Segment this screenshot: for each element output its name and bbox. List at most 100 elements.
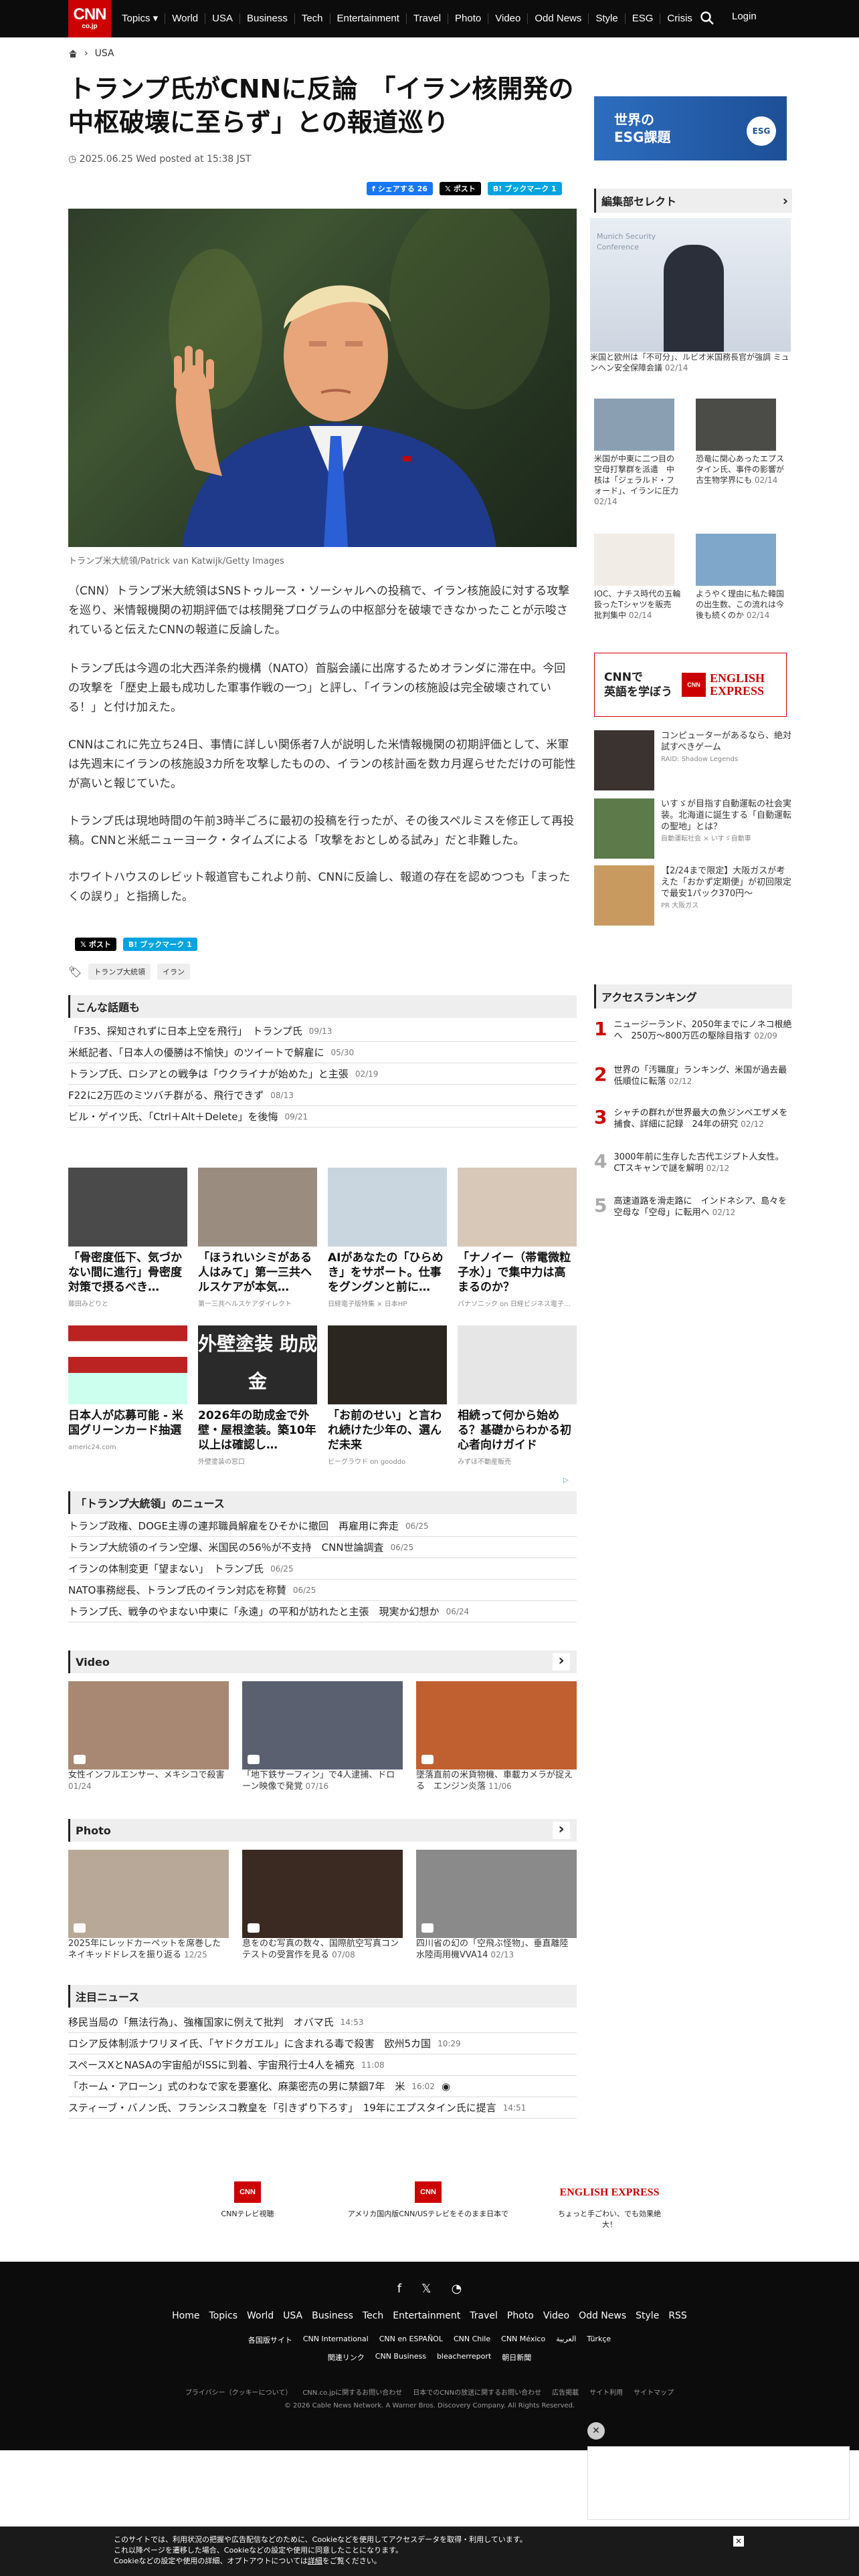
facebook-share-button[interactable]: f シェアする 26	[367, 182, 433, 195]
ad-card[interactable]: 外壁塗装 助成金 2026年の助成金で外壁・屋根塗装。築10年以上は確認し… 外壁塗…	[198, 1325, 317, 1470]
footer-policy-link[interactable]: 広告掲載	[552, 2387, 579, 2397]
cookie-detail-link[interactable]: 詳細	[308, 2557, 322, 2565]
footer-link[interactable]: Photo	[507, 2311, 534, 2321]
x-post-button[interactable]: 𝕏 ポスト	[439, 182, 481, 195]
footer-sublink[interactable]: CNN en ESPAÑOL	[379, 2335, 443, 2345]
list-item[interactable]: トランプ大統領のイラン空爆、米国民の56％が不支持 CNN世論調査 06/25	[68, 1537, 577, 1558]
list-item[interactable]: ビル・ゲイツ氏、「Ctrl＋Alt＋Delete」を後悔 09/21	[68, 1106, 577, 1128]
editor-card[interactable]: IOC、ナチス時代の五輪扱ったTシャツを販売 批判集中 02/14	[594, 534, 681, 621]
list-item[interactable]: 移民当局の「無法行為」、強権国家に例えて批判 オバマ氏 14:53	[68, 2012, 577, 2033]
nav-item-style[interactable]: Style	[588, 13, 624, 24]
promo-cnn-tv[interactable]: CNN CNNテレビ視聴	[221, 2181, 274, 2219]
promo-cnn-us[interactable]: CNN アメリカ国内版CNN/USテレビをそのまま日本で	[341, 2181, 515, 2219]
facebook-icon[interactable]: f	[397, 2282, 401, 2296]
list-item[interactable]: スペースXとNASAの宇宙船がISSに到着、宇宙飛行士4人を補充 11:08	[68, 2054, 577, 2076]
ranking-item[interactable]: 2 世界の「汚職度」ランキング、米国が過去最低順位に転落 02/12	[594, 1065, 792, 1087]
list-item[interactable]: トランプ氏、ロシアとの戦争は「ウクライナが始めた」と主張 02/19	[68, 1063, 577, 1085]
sidebar-ad[interactable]: コンピューターがあるなら、絶対試すべきゲーム RAID: Shadow Legen…	[594, 730, 792, 790]
floating-ad-slot[interactable]	[587, 2446, 850, 2520]
list-item[interactable]: F22に2万匹のミツバチ群がる、飛行できず 08/13	[68, 1085, 577, 1106]
list-item[interactable]: ロシア反体制派ナワリヌイ氏、「ヤドクガエル」に含まれる毒で殺害 欧州5カ国 10:…	[68, 2033, 577, 2054]
footer-link[interactable]: Entertainment	[393, 2311, 460, 2321]
footer-sublink[interactable]: Türkçe	[587, 2335, 611, 2345]
footer-policy-link[interactable]: CNN.co.jpに関するお問い合わせ	[302, 2387, 402, 2397]
ranking-item[interactable]: 4 3000年前に生存した古代エジプト人女性。CTスキャンで謎を解明 02/12	[594, 1152, 792, 1174]
footer-sublink[interactable]: CNN México	[501, 2335, 545, 2345]
footer-link[interactable]: Tech	[363, 2311, 383, 2321]
footer-link[interactable]: Home	[172, 2311, 199, 2321]
photo-card[interactable]: 2025年にレッドカーペットを席巻したネイキッドドレスを振り返る 12/25	[68, 1850, 229, 1961]
nav-item-odd-news[interactable]: Odd News	[527, 13, 588, 24]
video-card[interactable]: 「地下鉄サーフィン」で4人逮捕、ドローン映像で発覚 07/16	[242, 1681, 403, 1792]
close-cookie-icon[interactable]: ✕	[733, 2536, 744, 2547]
nav-item-esg[interactable]: ESG	[624, 13, 660, 24]
footer-sublink[interactable]: CNN Chile	[454, 2335, 490, 2345]
cnn-logo[interactable]: CNN co.jp	[68, 0, 111, 37]
footer-link[interactable]: Topics	[209, 2311, 238, 2321]
ranking-item[interactable]: 3 シャチの群れが世界最大の魚ジンベエザメを捕食、詳細に記録 24年の研究 02/…	[594, 1107, 792, 1130]
footer-sublink[interactable]: 朝日新聞	[502, 2352, 531, 2363]
nav-item-tech[interactable]: Tech	[294, 13, 330, 24]
video-card[interactable]: 墜落直前の米貨物機、車載カメラが捉える エンジン炎落 11/06	[416, 1681, 577, 1792]
nav-item-topics[interactable]: Topics ▾	[115, 13, 165, 24]
ad-card[interactable]: AIがあなたの「ひらめき」をサポート。仕事をグングンと前に… 日経電子版特集 × …	[328, 1168, 447, 1312]
footer-policy-link[interactable]: サイトマップ	[634, 2387, 674, 2397]
list-item[interactable]: イランの体制変更「望まない」 トランプ氏 06/25	[68, 1558, 577, 1580]
nav-item-travel[interactable]: Travel	[405, 13, 448, 24]
sidebar-ad[interactable]: 【2/24まで限定】大阪ガスが考えた「おかず定期便」が初回限定で最安1パック37…	[594, 865, 792, 926]
list-item[interactable]: トランプ氏、戦争のやまない中東に「永遠」の平和が訪れたと主張 現実か幻想か 06/…	[68, 1601, 577, 1622]
ad-card[interactable]: 「お前のせい」と言われ続けた少年の、選んだ未来 ビーグラウド on gooddo	[328, 1325, 447, 1470]
editor-main-card[interactable]: Munich Security Conference 米国と欧州は「不可分」、ルビ…	[590, 218, 791, 373]
video-card[interactable]: 女性インフルエンサー、メキシコで殺害 01/24	[68, 1681, 229, 1792]
nav-item-video[interactable]: Video	[488, 13, 527, 24]
adchoices-icon[interactable]: ▷	[563, 1477, 569, 1484]
photo-heading[interactable]: Photo	[68, 1819, 577, 1842]
list-item[interactable]: NATO事務総長、トランプ氏のイラン対応を称賛 06/25	[68, 1580, 577, 1601]
footer-link[interactable]: Video	[543, 2311, 569, 2321]
footer-sublink[interactable]: العربية	[556, 2335, 576, 2345]
english-express-banner[interactable]: CNNで 英語を学ぼう CNN ENGLISH EXPRESS	[594, 653, 787, 717]
footer-sublink[interactable]: CNN Business	[375, 2352, 426, 2363]
list-item[interactable]: 「ホーム・アローン」式のわなで家を要塞化、麻薬密売の男に禁錮7年 米 16:02 ◉	[68, 2076, 577, 2097]
nav-item-photo[interactable]: Photo	[448, 13, 488, 24]
editor-card[interactable]: 恐竜に関心あったエプスタイン氏、事件の影響が古生物学界にも 02/14	[696, 399, 787, 486]
footer-link[interactable]: Style	[636, 2311, 659, 2321]
photo-card[interactable]: 四川省の幻の「空飛ぶ怪物」、垂直離陸水陸両用機VVA14 02/13	[416, 1850, 577, 1961]
home-icon[interactable]	[68, 49, 78, 58]
login-link[interactable]: Login	[732, 11, 757, 22]
hatena-bookmark-button[interactable]: B! ブックマーク 1	[487, 182, 562, 195]
x-icon[interactable]: 𝕏	[421, 2282, 432, 2296]
tag-trump[interactable]: トランプ大統領	[88, 964, 151, 980]
footer-link[interactable]: Business	[312, 2311, 353, 2321]
ad-card[interactable]: 「ナノイー（帯電微粒子水）」で集中力は高まるのか？ パナソニック on 日経ビジネ…	[458, 1168, 577, 1312]
sidebar-ad[interactable]: いすゞが目指す自動運転の社会実装。北海道に誕生する「自動運転の聖地」とは？ 自動運…	[594, 798, 792, 859]
editor-card[interactable]: 米国が中東に二つ目の空母打撃群を派遣 中核は「ジェラルド・フォード」、イランに圧…	[594, 399, 681, 507]
nav-item-entertainment[interactable]: Entertainment	[329, 13, 406, 24]
footer-link[interactable]: Travel	[470, 2311, 498, 2321]
ad-card[interactable]: 相続って何から始める？基礎からわかる初心者向けガイド みずほ不動産販売	[458, 1325, 577, 1470]
close-ad-icon[interactable]: ✕	[587, 2422, 605, 2440]
promo-english-express[interactable]: ENGLISH EXPRESS ちょっと手ごわい、でも効果絶大！	[553, 2181, 666, 2230]
footer-policy-link[interactable]: サイト利用	[589, 2387, 623, 2397]
list-item[interactable]: スティーブ・バノン氏、フランシスコ教皇を「引きずり下ろす」 19年にエプスタイン…	[68, 2097, 577, 2119]
nav-item-crisis[interactable]: Crisis	[660, 13, 699, 24]
footer-link[interactable]: Odd News	[579, 2311, 626, 2321]
chevron-right-icon[interactable]: ›	[783, 193, 788, 209]
footer-policy-link[interactable]: 日本でのCNNの放送に関するお問い合わせ	[413, 2387, 541, 2397]
tag-iran[interactable]: イラン	[157, 964, 190, 980]
footer-sublink[interactable]: CNN International	[303, 2335, 369, 2345]
video-heading[interactable]: Video	[68, 1650, 577, 1673]
ad-card[interactable]: 日本人が応募可能 - 米国グリーンカード抽選 americ24.com	[68, 1325, 187, 1455]
ad-card[interactable]: 「骨密度低下、気づかない間に進行」骨密度対策で摂るべき… 藤田みどりと	[68, 1168, 187, 1312]
nav-item-usa[interactable]: USA	[205, 13, 240, 24]
ad-card[interactable]: 「ほうれいシミがある人はみて」第一三共ヘルスケアが本気… 第一三共ヘルスケアダイレ…	[198, 1168, 317, 1312]
search-icon[interactable]	[700, 11, 714, 25]
footer-policy-link[interactable]: プライバシー（クッキーについて）	[185, 2387, 292, 2397]
esg-banner[interactable]: 世界の ESG課題 ESG	[594, 96, 787, 160]
x-post-button-bottom[interactable]: 𝕏 ポスト	[75, 938, 116, 951]
photo-card[interactable]: 息をのむ写真の数々、国際航空写真コンテストの受賞作を見る 07/08	[242, 1850, 403, 1961]
nav-item-world[interactable]: World	[165, 13, 205, 24]
footer-link[interactable]: RSS	[668, 2311, 687, 2321]
editor-card[interactable]: ようやく理由に私た韓国の出生数、この流れは今後も続くのか 02/14	[696, 534, 787, 621]
footer-link[interactable]: World	[247, 2311, 274, 2321]
